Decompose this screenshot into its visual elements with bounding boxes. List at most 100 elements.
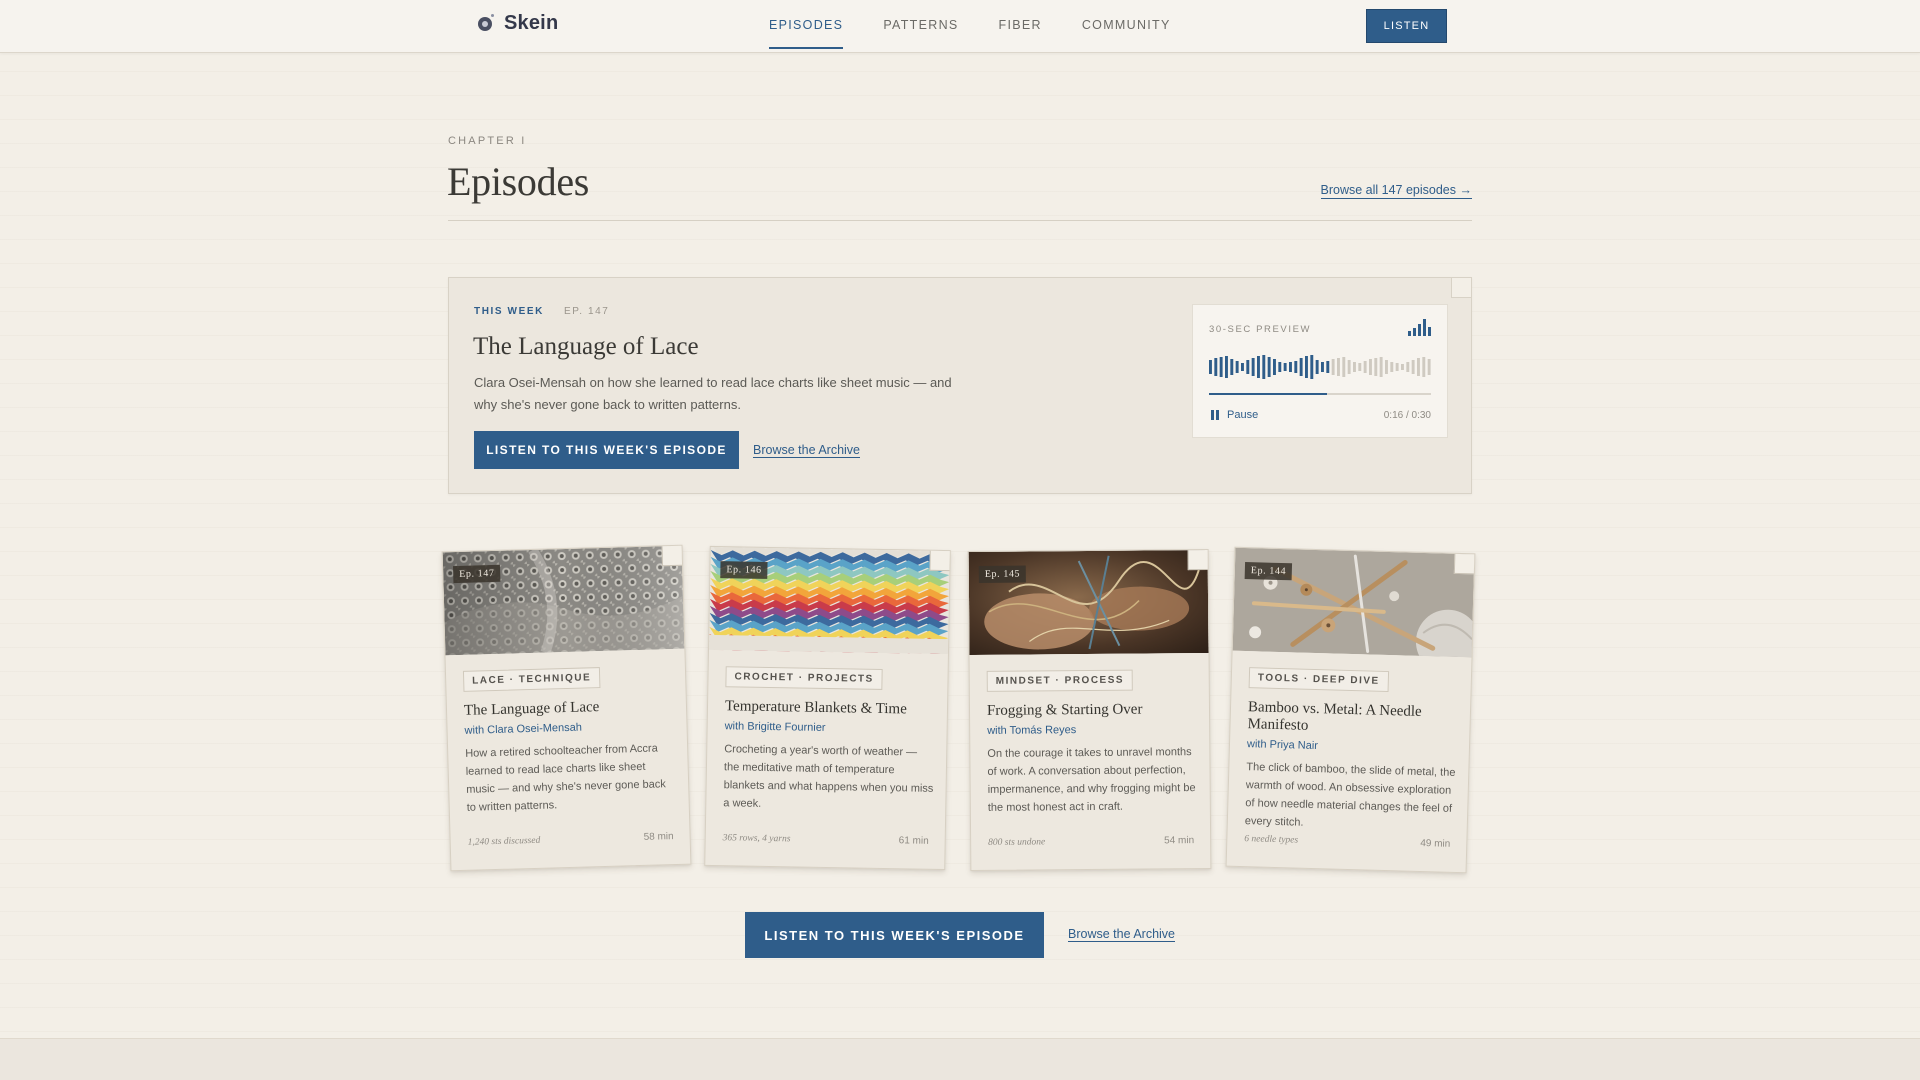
waveform-bar — [1342, 357, 1346, 377]
card-episode-badge: Ep. 147 — [452, 564, 501, 584]
card-corner-fold — [661, 545, 683, 567]
listen-button[interactable]: LISTEN — [1366, 9, 1447, 43]
waveform-bar — [1337, 358, 1340, 376]
waveform-bar — [1326, 361, 1330, 373]
lace-image — [442, 545, 685, 656]
browse-archive-link[interactable]: Browse the Archive — [753, 443, 860, 458]
episode-card-145[interactable]: Ep. 145 MINDSET · PROCESS Frogging & Sta… — [967, 548, 1212, 872]
card-host[interactable]: with Brigitte Fournier — [725, 720, 826, 734]
waveform-bar — [1267, 357, 1271, 377]
waveform-bar — [1257, 356, 1260, 378]
waveform-bar — [1289, 362, 1292, 372]
brand-name: Skein — [504, 12, 559, 34]
waveform-bar — [1299, 358, 1303, 376]
waveform-bar — [1294, 361, 1298, 373]
nav-link-community[interactable]: COMMUNITY — [1082, 0, 1171, 53]
featured-meta: THIS WEEK EP. 147 — [474, 306, 609, 317]
card-stat: 1,240 sts discussed — [467, 835, 541, 848]
card-host[interactable]: with Tomás Reyes — [987, 724, 1076, 737]
card-title: The Language of Lace — [463, 699, 600, 719]
progress-track[interactable] — [1209, 393, 1431, 395]
featured-title: The Language of Lace — [473, 333, 699, 360]
card-stat: 365 rows, 4 yarns — [722, 833, 791, 845]
waveform-bar — [1305, 356, 1308, 378]
corner-fold — [1451, 278, 1471, 298]
time-readout: 0:16 / 0:30 — [1383, 410, 1431, 421]
waveform[interactable] — [1209, 354, 1433, 380]
card-episode-badge: Ep. 146 — [720, 561, 768, 579]
card-title: Frogging & Starting Over — [986, 701, 1143, 719]
card-duration: 49 min — [1420, 838, 1451, 850]
waveform-bar — [1427, 359, 1431, 375]
featured-episode: THIS WEEK EP. 147 The Language of Lace C… — [448, 277, 1472, 494]
footer — [0, 1038, 1920, 1080]
pause-label: Pause — [1227, 409, 1259, 421]
card-corner-fold — [929, 550, 950, 572]
waveform-bar — [1395, 363, 1399, 371]
waveform-bar — [1406, 362, 1410, 372]
preview-label: 30-SEC PREVIEW — [1209, 324, 1312, 335]
pause-icon — [1211, 410, 1219, 420]
waveform-bar — [1353, 362, 1356, 372]
card-description: Crocheting a year's worth of weather — t… — [723, 743, 934, 810]
card-category-tag: LACE · TECHNIQUE — [462, 667, 601, 692]
waveform-bar — [1331, 359, 1335, 375]
browse-archive-link-bottom[interactable]: Browse the Archive — [1068, 927, 1175, 942]
brand[interactable]: Skein — [478, 12, 558, 35]
card-category-tag: MINDSET · PROCESS — [986, 669, 1134, 692]
this-week-tag: THIS WEEK — [474, 306, 544, 317]
skein-logo-icon — [478, 13, 494, 31]
listen-this-week-button[interactable]: LISTEN TO THIS WEEK'S EPISODE — [474, 431, 739, 469]
card-title: Temperature Blankets & Time — [724, 698, 907, 718]
top-nav: Skein EPISODES PATTERNS FIBER COMMUNITY … — [0, 0, 1920, 53]
card-corner-fold — [1453, 553, 1475, 575]
waveform-bar — [1241, 363, 1244, 371]
waveform-bar — [1251, 358, 1255, 376]
waveform-bar — [1209, 360, 1212, 374]
card-description: The click of bamboo, the slide of metal,… — [1244, 761, 1456, 829]
waveform-bar — [1235, 361, 1239, 373]
nav-link-fiber[interactable]: FIBER — [999, 0, 1042, 53]
card-duration: 58 min — [643, 831, 674, 843]
waveform-bar — [1363, 361, 1367, 373]
preview-player: 30-SEC PREVIEW Pause 0:16 / 0:30 — [1192, 304, 1448, 438]
page-title: Episodes — [447, 159, 590, 204]
episode-card-146[interactable]: Ep. 146 CROCHET · PROJECTS Temperature B… — [704, 545, 951, 871]
waveform-bar — [1379, 357, 1383, 377]
waveform-bar — [1278, 362, 1282, 372]
waveform-bar — [1230, 359, 1234, 375]
featured-description: Clara Osei-Mensah on how she learned to … — [474, 375, 952, 412]
card-episode-badge: Ep. 145 — [978, 565, 1027, 583]
card-episode-badge: Ep. 144 — [1244, 561, 1293, 581]
waveform-bar — [1219, 357, 1223, 377]
nav-link-patterns[interactable]: PATTERNS — [883, 0, 958, 53]
episode-number: EP. 147 — [563, 306, 610, 317]
waveform-bar — [1385, 360, 1388, 374]
card-title: Bamboo vs. Metal: A Needle Manifesto — [1247, 699, 1422, 734]
waveform-bar — [1225, 356, 1228, 378]
nav-link-episodes[interactable]: EPISODES — [769, 0, 844, 53]
waveform-bar — [1321, 362, 1324, 372]
waveform-bar — [1369, 359, 1372, 375]
progress-fill — [1209, 393, 1328, 395]
card-description: How a retired schoolteacher from Accra l… — [465, 742, 666, 814]
waveform-bar — [1411, 360, 1415, 374]
pause-button[interactable]: Pause — [1211, 409, 1258, 421]
waveform-bar — [1246, 360, 1250, 374]
episode-card-147[interactable]: Ep. 147 LACE · TECHNIQUE The Language of… — [441, 544, 692, 872]
chapter-eyebrow: CHAPTER I — [448, 135, 527, 147]
waveform-bar — [1283, 363, 1287, 371]
card-duration: 61 min — [898, 835, 929, 847]
card-category-tag: TOOLS · DEEP DIVE — [1248, 667, 1389, 693]
waveform-bar — [1214, 358, 1218, 376]
waveform-bar — [1315, 360, 1319, 374]
episode-card-144[interactable]: Ep. 144 TOOLS · DEEP DIVE Bamboo vs. Met… — [1225, 546, 1476, 874]
card-stat: 6 needle types — [1244, 834, 1299, 846]
card-host[interactable]: with Clara Osei-Mensah — [464, 722, 582, 737]
card-host[interactable]: with Priya Nair — [1247, 738, 1318, 752]
waveform-bar — [1358, 363, 1362, 371]
waveform-bar — [1401, 364, 1404, 370]
browse-all-episodes-link[interactable]: Browse all 147 episodes → — [1320, 183, 1472, 199]
listen-this-week-button-bottom[interactable]: LISTEN TO THIS WEEK'S EPISODE — [745, 912, 1044, 958]
waveform-bar — [1390, 362, 1394, 372]
